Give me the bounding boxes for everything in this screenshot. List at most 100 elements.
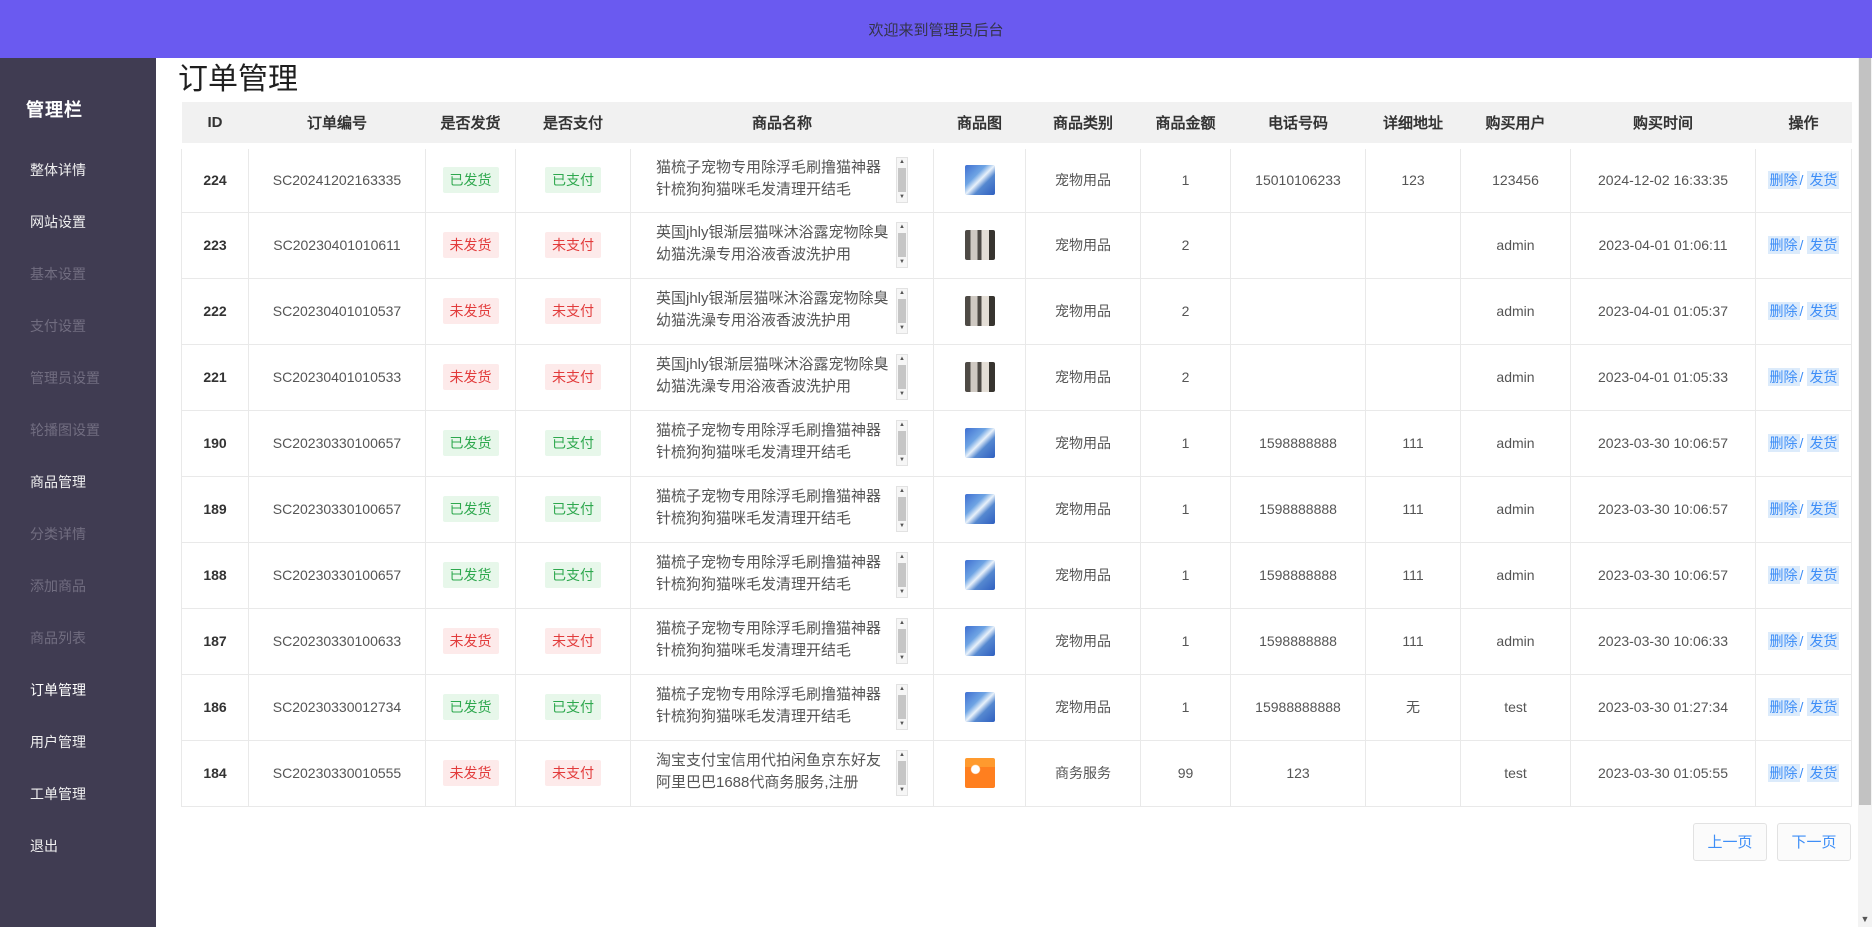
sidebar-item-overall-details[interactable]: 整体详情 [0, 144, 156, 196]
scroll-up-icon[interactable]: ▲ [899, 223, 905, 232]
scrollbar-down-arrow-icon[interactable]: ▼ [1858, 914, 1872, 924]
scroll-down-icon[interactable]: ▼ [899, 193, 905, 202]
scroll-thumb[interactable] [898, 431, 906, 455]
delete-link[interactable]: 删除 [1768, 302, 1800, 320]
scroll-down-icon[interactable]: ▼ [899, 456, 905, 465]
delete-link[interactable]: 删除 [1768, 171, 1800, 189]
ship-link[interactable]: 发货 [1807, 434, 1839, 452]
scroll-thumb[interactable] [898, 365, 906, 389]
sidebar-item-admin-settings[interactable]: 管理员设置 [0, 352, 156, 404]
scroll-thumb[interactable] [898, 563, 906, 587]
product-name-scrollbar[interactable]: ▲ ▼ [896, 288, 908, 334]
delete-link[interactable]: 删除 [1768, 566, 1800, 584]
product-name-scrollbar[interactable]: ▲ ▼ [896, 552, 908, 598]
scroll-thumb[interactable] [898, 299, 906, 323]
scroll-thumb[interactable] [898, 233, 906, 257]
product-name-scrollbar[interactable]: ▲ ▼ [896, 222, 908, 268]
product-name-scrollbar[interactable]: ▲ ▼ [896, 750, 908, 796]
product-image [965, 428, 995, 458]
ship-link[interactable]: 发货 [1807, 632, 1839, 650]
ship-link[interactable]: 发货 [1807, 500, 1839, 518]
action-separator: / [1800, 501, 1804, 517]
order-id-cell: 224 [182, 146, 249, 212]
scroll-thumb[interactable] [898, 497, 906, 521]
scroll-thumb[interactable] [898, 695, 906, 719]
sidebar-item-product-list[interactable]: 商品列表 [0, 612, 156, 664]
delete-link[interactable]: 删除 [1768, 368, 1800, 386]
sidebar-item-category-details[interactable]: 分类详情 [0, 508, 156, 560]
scroll-down-icon[interactable]: ▼ [899, 324, 905, 333]
sidebar-item-basic-settings[interactable]: 基本设置 [0, 248, 156, 300]
delete-link[interactable]: 删除 [1768, 764, 1800, 782]
product-name-scrollbar[interactable]: ▲ ▼ [896, 420, 908, 466]
scroll-up-icon[interactable]: ▲ [899, 619, 905, 628]
product-name-cell: 英国jhly银渐层猫咪沐浴露宠物除臭幼猫洗澡专用浴液香波洗护用 ▲ ▼ [631, 278, 934, 344]
product-name-scrollbar[interactable]: ▲ ▼ [896, 486, 908, 532]
order-id-cell: 221 [182, 344, 249, 410]
ship-status-cell: 未发货 [426, 344, 516, 410]
delete-link[interactable]: 删除 [1768, 500, 1800, 518]
sidebar-item-payment-settings[interactable]: 支付设置 [0, 300, 156, 352]
product-name-scrollbar[interactable]: ▲ ▼ [896, 684, 908, 730]
scroll-up-icon[interactable]: ▲ [899, 685, 905, 694]
scroll-down-icon[interactable]: ▼ [899, 720, 905, 729]
product-name-scrollbar[interactable]: ▲ ▼ [896, 157, 908, 203]
buyer-cell: 123456 [1461, 146, 1571, 212]
product-image-cell [934, 278, 1026, 344]
product-name-scrollbar[interactable]: ▲ ▼ [896, 618, 908, 664]
ship-link[interactable]: 发货 [1807, 764, 1839, 782]
delete-link[interactable]: 删除 [1768, 698, 1800, 716]
scroll-down-icon[interactable]: ▼ [899, 654, 905, 663]
column-header-order-no: 订单编号 [249, 102, 426, 146]
scroll-down-icon[interactable]: ▼ [899, 258, 905, 267]
scroll-down-icon[interactable]: ▼ [899, 522, 905, 531]
scroll-down-icon[interactable]: ▼ [899, 786, 905, 795]
delete-link[interactable]: 删除 [1768, 236, 1800, 254]
ship-link[interactable]: 发货 [1807, 302, 1839, 320]
ship-link[interactable]: 发货 [1807, 171, 1839, 189]
ship-status-badge: 未发货 [443, 760, 499, 786]
action-separator: / [1800, 237, 1804, 253]
sidebar-item-product-management[interactable]: 商品管理 [0, 456, 156, 508]
scrollbar-thumb[interactable] [1859, 58, 1871, 805]
scroll-down-icon[interactable]: ▼ [899, 588, 905, 597]
scroll-up-icon[interactable]: ▲ [899, 751, 905, 760]
scroll-thumb[interactable] [898, 761, 906, 785]
order-no-cell: SC20230330010555 [249, 740, 426, 806]
delete-link[interactable]: 删除 [1768, 434, 1800, 452]
time-cell: 2023-03-30 10:06:57 [1571, 476, 1756, 542]
sidebar-item-order-management[interactable]: 订单管理 [0, 664, 156, 716]
sidebar-item-carousel-settings[interactable]: 轮播图设置 [0, 404, 156, 456]
next-page-button[interactable]: 下一页 [1777, 823, 1851, 861]
ship-link[interactable]: 发货 [1807, 368, 1839, 386]
scroll-down-icon[interactable]: ▼ [899, 390, 905, 399]
page-title: 订单管理 [178, 58, 1872, 102]
product-image-cell [934, 608, 1026, 674]
sidebar-item-user-management[interactable]: 用户管理 [0, 716, 156, 768]
ship-link[interactable]: 发货 [1807, 236, 1839, 254]
order-no-cell: SC20241202163335 [249, 146, 426, 212]
scroll-up-icon[interactable]: ▲ [899, 421, 905, 430]
vertical-scrollbar[interactable]: ▼ [1858, 58, 1872, 927]
ship-link[interactable]: 发货 [1807, 566, 1839, 584]
sidebar-item-logout[interactable]: 退出 [0, 820, 156, 872]
scroll-up-icon[interactable]: ▲ [899, 355, 905, 364]
delete-link[interactable]: 删除 [1768, 632, 1800, 650]
time-cell: 2023-04-01 01:06:11 [1571, 212, 1756, 278]
scroll-up-icon[interactable]: ▲ [899, 487, 905, 496]
order-no-cell: SC20230330100657 [249, 410, 426, 476]
prev-page-button[interactable]: 上一页 [1693, 823, 1767, 861]
scroll-up-icon[interactable]: ▲ [899, 158, 905, 167]
pay-status-badge: 未支付 [545, 298, 601, 324]
sidebar-item-ticket-management[interactable]: 工单管理 [0, 768, 156, 820]
scroll-thumb[interactable] [898, 629, 906, 653]
sidebar-item-add-product[interactable]: 添加商品 [0, 560, 156, 612]
scroll-up-icon[interactable]: ▲ [899, 289, 905, 298]
order-no-cell: SC20230330100657 [249, 476, 426, 542]
scroll-up-icon[interactable]: ▲ [899, 553, 905, 562]
actions-cell: 删除/发货 [1756, 278, 1852, 344]
sidebar-item-site-settings[interactable]: 网站设置 [0, 196, 156, 248]
ship-link[interactable]: 发货 [1807, 698, 1839, 716]
scroll-thumb[interactable] [898, 168, 906, 192]
product-name-scrollbar[interactable]: ▲ ▼ [896, 354, 908, 400]
